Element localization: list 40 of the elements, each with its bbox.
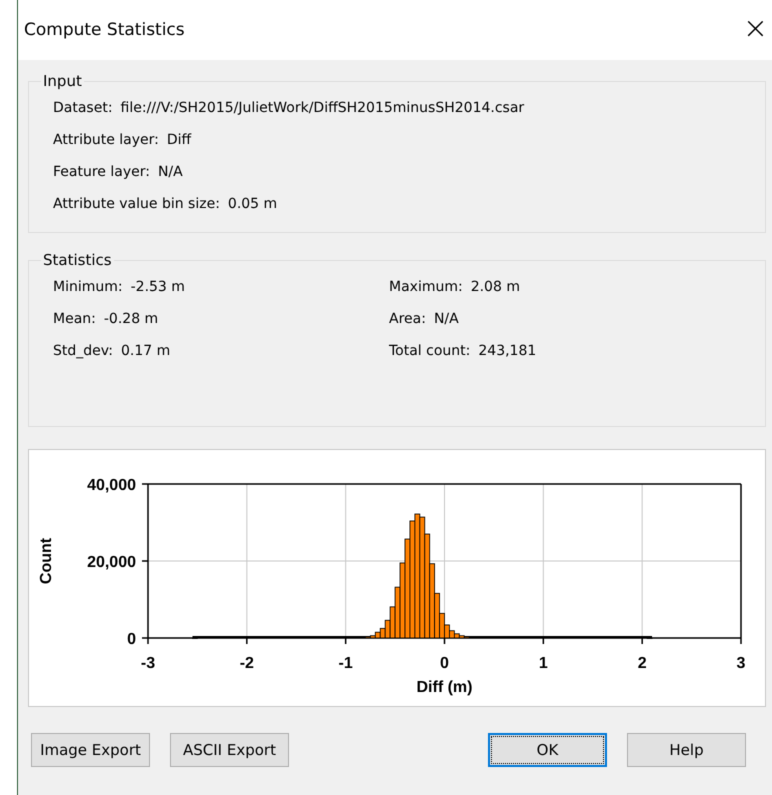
field-label: Feature layer: xyxy=(53,164,150,180)
close-button[interactable]: × xyxy=(738,10,772,50)
field-label: Attribute value bin size: xyxy=(53,196,220,212)
dialog-button[interactable]: Help xyxy=(627,733,746,767)
stat-value: -2.53 m xyxy=(130,279,185,295)
group-title: Input xyxy=(42,72,83,90)
field-label: Attribute layer: xyxy=(53,132,159,148)
group-title: Statistics xyxy=(42,251,113,269)
window-title: Compute Statistics xyxy=(24,20,185,40)
stat-value: -0.28 m xyxy=(104,311,158,327)
x-tick-label: 0 xyxy=(440,655,449,672)
dialog-button[interactable]: Image Export xyxy=(31,733,150,767)
field-value: N/A xyxy=(158,164,183,180)
x-tick-label: -2 xyxy=(240,655,254,672)
field-value: Diff xyxy=(166,132,192,148)
stat-value: 0.17 m xyxy=(121,343,170,359)
y-tick-label: 0 xyxy=(127,631,136,648)
field-value: 0.05 m xyxy=(228,196,278,212)
y-tick-label: 20,000 xyxy=(87,554,136,571)
stat-label: Maximum: xyxy=(389,279,463,295)
field-value: file:///V:/SH2015/JulietWork/DiffSH2015minusSH2014.csar xyxy=(120,100,524,116)
stat-value: N/A xyxy=(434,311,459,327)
stat-label: Std_dev: xyxy=(53,343,113,359)
x-tick-label: -1 xyxy=(338,655,353,672)
y-axis-title: Count xyxy=(38,538,55,584)
x-tick-label: 1 xyxy=(538,655,548,672)
stat-label: Area: xyxy=(389,311,426,327)
x-tick-label: -3 xyxy=(140,655,156,672)
dialog-button[interactable]: ASCII Export xyxy=(170,733,289,767)
stat-label: Minimum: xyxy=(53,279,123,295)
stat-value: 243,181 xyxy=(478,343,536,359)
y-tick-label: 40,000 xyxy=(87,477,136,494)
field-label: Dataset: xyxy=(53,100,113,116)
stat-value: 2.08 m xyxy=(470,279,520,295)
stat-label: Mean: xyxy=(53,311,96,327)
x-axis-title: Diff (m) xyxy=(416,679,472,696)
stat-label: Total count: xyxy=(389,343,470,359)
x-tick-label: 2 xyxy=(638,655,647,672)
dialog-button[interactable]: OK xyxy=(488,733,607,767)
x-tick-label: 3 xyxy=(736,655,746,672)
